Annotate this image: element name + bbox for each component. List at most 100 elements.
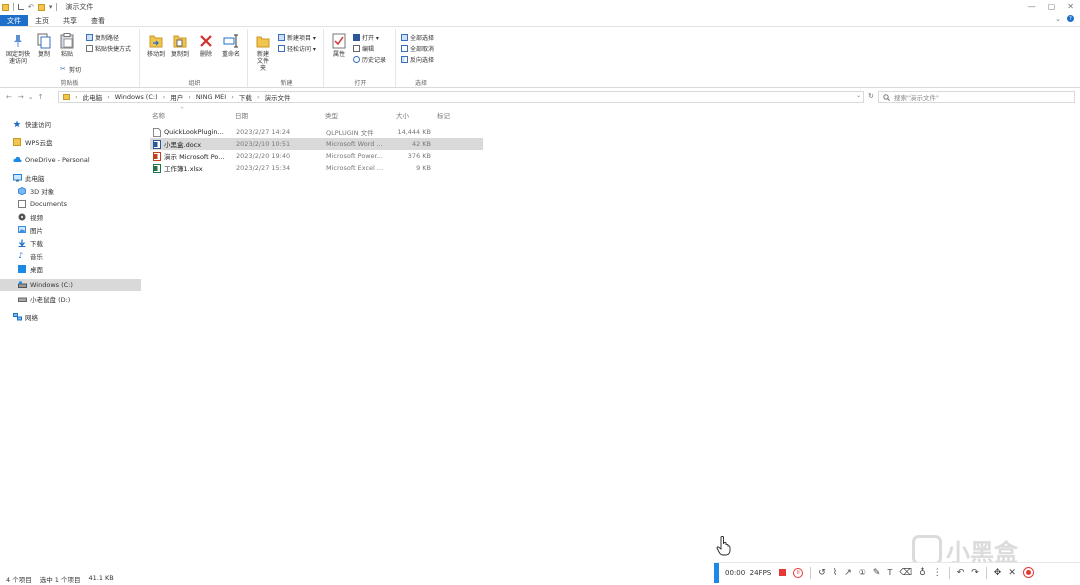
file-type: Microsoft Power...: [326, 152, 383, 160]
delete-label: 删除: [199, 51, 212, 58]
paste-shortcut-button[interactable]: 粘贴快捷方式: [86, 44, 131, 53]
sidebar-item-onedrive[interactable]: OneDrive - Personal: [0, 154, 141, 166]
new-item-button[interactable]: 新建项目 ▾: [278, 33, 316, 42]
edit-button[interactable]: 编辑: [353, 44, 374, 53]
sidebar-item-documents[interactable]: Documents: [0, 198, 141, 210]
tab-file[interactable]: 文件: [0, 15, 28, 26]
paste-button[interactable]: 粘贴: [58, 33, 76, 58]
copy-button[interactable]: 复制: [35, 33, 53, 58]
bulb-icon[interactable]: ♁: [919, 568, 926, 578]
column-header-type[interactable]: 类型: [325, 110, 338, 120]
sidebar-item-desktop[interactable]: 桌面: [0, 263, 141, 275]
document-icon: [18, 200, 26, 208]
breadcrumb-item[interactable]: NING MEI: [196, 93, 226, 101]
undo-icon[interactable]: ↶: [28, 3, 34, 11]
history-button[interactable]: 历史记录: [353, 55, 386, 64]
text-icon[interactable]: T: [887, 568, 892, 577]
sidebar-item-downloads[interactable]: 下载: [0, 237, 141, 249]
close-button[interactable]: ✕: [1067, 2, 1074, 11]
pen-icon[interactable]: ✎: [873, 568, 881, 578]
sidebar-item-3d-objects[interactable]: 3D 对象: [0, 185, 141, 197]
breadcrumb-item[interactable]: 下载: [239, 92, 252, 102]
new-folder-icon[interactable]: [37, 3, 45, 11]
move-to-button[interactable]: 移动到: [146, 33, 166, 58]
music-icon: ♪: [18, 251, 24, 260]
polyline-icon[interactable]: ⌇: [833, 568, 837, 578]
easy-access-button[interactable]: 轻松访问 ▾: [278, 44, 316, 53]
sidebar-item-label: Documents: [30, 200, 68, 208]
breadcrumb-item[interactable]: 演示文件: [264, 92, 290, 102]
chevron-down-icon[interactable]: ▾: [49, 3, 53, 11]
copy-to-button[interactable]: 复制到: [170, 33, 190, 58]
address-dropdown-icon[interactable]: ⌄: [856, 92, 861, 99]
sidebar-item-windows-c[interactable]: Windows (C:): [0, 279, 141, 291]
open-button[interactable]: 打开 ▾: [353, 33, 379, 42]
stop-recording-button[interactable]: [779, 569, 787, 576]
column-header-size[interactable]: 大小: [396, 110, 409, 120]
table-row[interactable]: 工作簿1.xlsx 2023/2/27 15:34 Microsoft Exce…: [150, 162, 483, 174]
checkmark-icon[interactable]: [18, 4, 24, 10]
undo-icon[interactable]: ↶: [957, 568, 965, 578]
more-icon[interactable]: ⋮: [933, 568, 942, 578]
shortcut-icon: [86, 45, 93, 52]
record-button[interactable]: [1022, 567, 1034, 578]
redo-icon[interactable]: ↷: [971, 568, 979, 578]
copy-path-button[interactable]: 复制路径: [86, 33, 119, 42]
select-all-button[interactable]: 全部选择: [401, 33, 434, 42]
help-icon[interactable]: ?: [1067, 15, 1074, 22]
sidebar-item-videos[interactable]: 视频: [0, 211, 141, 223]
cut-button[interactable]: ✂ 剪切: [60, 65, 82, 75]
lasso-icon[interactable]: ↺: [818, 568, 826, 578]
sidebar-item-drive-d[interactable]: 小老鼠盘 (D:): [0, 293, 141, 305]
column-header-date[interactable]: 日期: [235, 110, 248, 120]
column-header-name[interactable]: 名称: [152, 110, 165, 120]
breadcrumb-item[interactable]: 此电脑: [83, 92, 103, 102]
new-folder-button[interactable]: 新建文件夹: [253, 33, 273, 72]
group-label: 组织: [188, 80, 201, 87]
table-row[interactable]: 小黑盒.docx 2023/2/10 10:51 Microsoft Word …: [150, 138, 483, 150]
sidebar-item-wps-cloud[interactable]: WPS云盘: [0, 136, 141, 148]
link-icon: [86, 34, 93, 41]
arrow-icon[interactable]: ↗: [844, 568, 852, 578]
rename-button[interactable]: 重命名: [220, 33, 242, 58]
sidebar-item-this-pc[interactable]: 此电脑: [0, 172, 141, 184]
up-button[interactable]: ↑: [38, 93, 44, 101]
refresh-button[interactable]: ↻: [868, 92, 874, 100]
pin-quick-access-button[interactable]: 固定到快速访问: [3, 33, 33, 65]
collapse-ribbon-icon[interactable]: ⌄: [1055, 15, 1061, 23]
sidebar-item-quick-access[interactable]: 快速访问: [0, 118, 141, 130]
close-icon[interactable]: ✕: [1008, 568, 1016, 578]
eraser-icon[interactable]: ⌫: [899, 568, 912, 578]
tab-share[interactable]: 共享: [56, 15, 84, 26]
number-marker-icon[interactable]: ①: [859, 568, 866, 577]
title-bar: ↶ ▾ 演示文件 — ▢ ✕: [0, 0, 1080, 14]
invert-selection-button[interactable]: 反向选择: [401, 55, 434, 64]
move-icon[interactable]: ✥: [994, 568, 1002, 578]
tab-view[interactable]: 查看: [84, 15, 112, 26]
forward-button[interactable]: →: [18, 93, 24, 101]
table-row[interactable]: QuickLookPlugin... 2023/2/27 14:24 QLPLU…: [150, 126, 483, 138]
sidebar-item-network[interactable]: 网络: [0, 311, 141, 323]
tab-home[interactable]: 主页: [28, 15, 56, 26]
address-bar[interactable]: › 此电脑 › Windows (C:) › 用户 › NING MEI › 下…: [58, 91, 864, 103]
desktop-icon: [18, 265, 26, 273]
breadcrumb-item[interactable]: Windows (C:): [115, 93, 158, 101]
sidebar-item-music[interactable]: ♪ 音乐: [0, 250, 141, 262]
properties-button[interactable]: 属性: [330, 33, 348, 58]
minimize-button[interactable]: —: [1028, 2, 1036, 11]
back-button[interactable]: ←: [6, 93, 12, 101]
breadcrumb-item[interactable]: 用户: [170, 92, 183, 102]
file-type: Microsoft Excel ...: [326, 164, 384, 172]
recent-locations-button[interactable]: ⌄: [28, 93, 34, 101]
file-name-cell: 小黑盒.docx: [153, 139, 201, 149]
column-header-tags[interactable]: 标记: [437, 110, 450, 120]
divider: [56, 3, 58, 11]
maximize-button[interactable]: ▢: [1048, 2, 1056, 11]
sidebar-item-pictures[interactable]: 图片: [0, 224, 141, 236]
delete-button[interactable]: 删除: [198, 33, 214, 58]
select-none-button[interactable]: 全部取消: [401, 44, 434, 53]
cut-label: 剪切: [69, 67, 82, 74]
table-row[interactable]: 演示 Microsoft Po... 2023/2/20 19:40 Micro…: [150, 150, 483, 162]
pause-recording-button[interactable]: II: [793, 567, 804, 578]
search-box[interactable]: 搜索"演示文件": [878, 91, 1075, 103]
